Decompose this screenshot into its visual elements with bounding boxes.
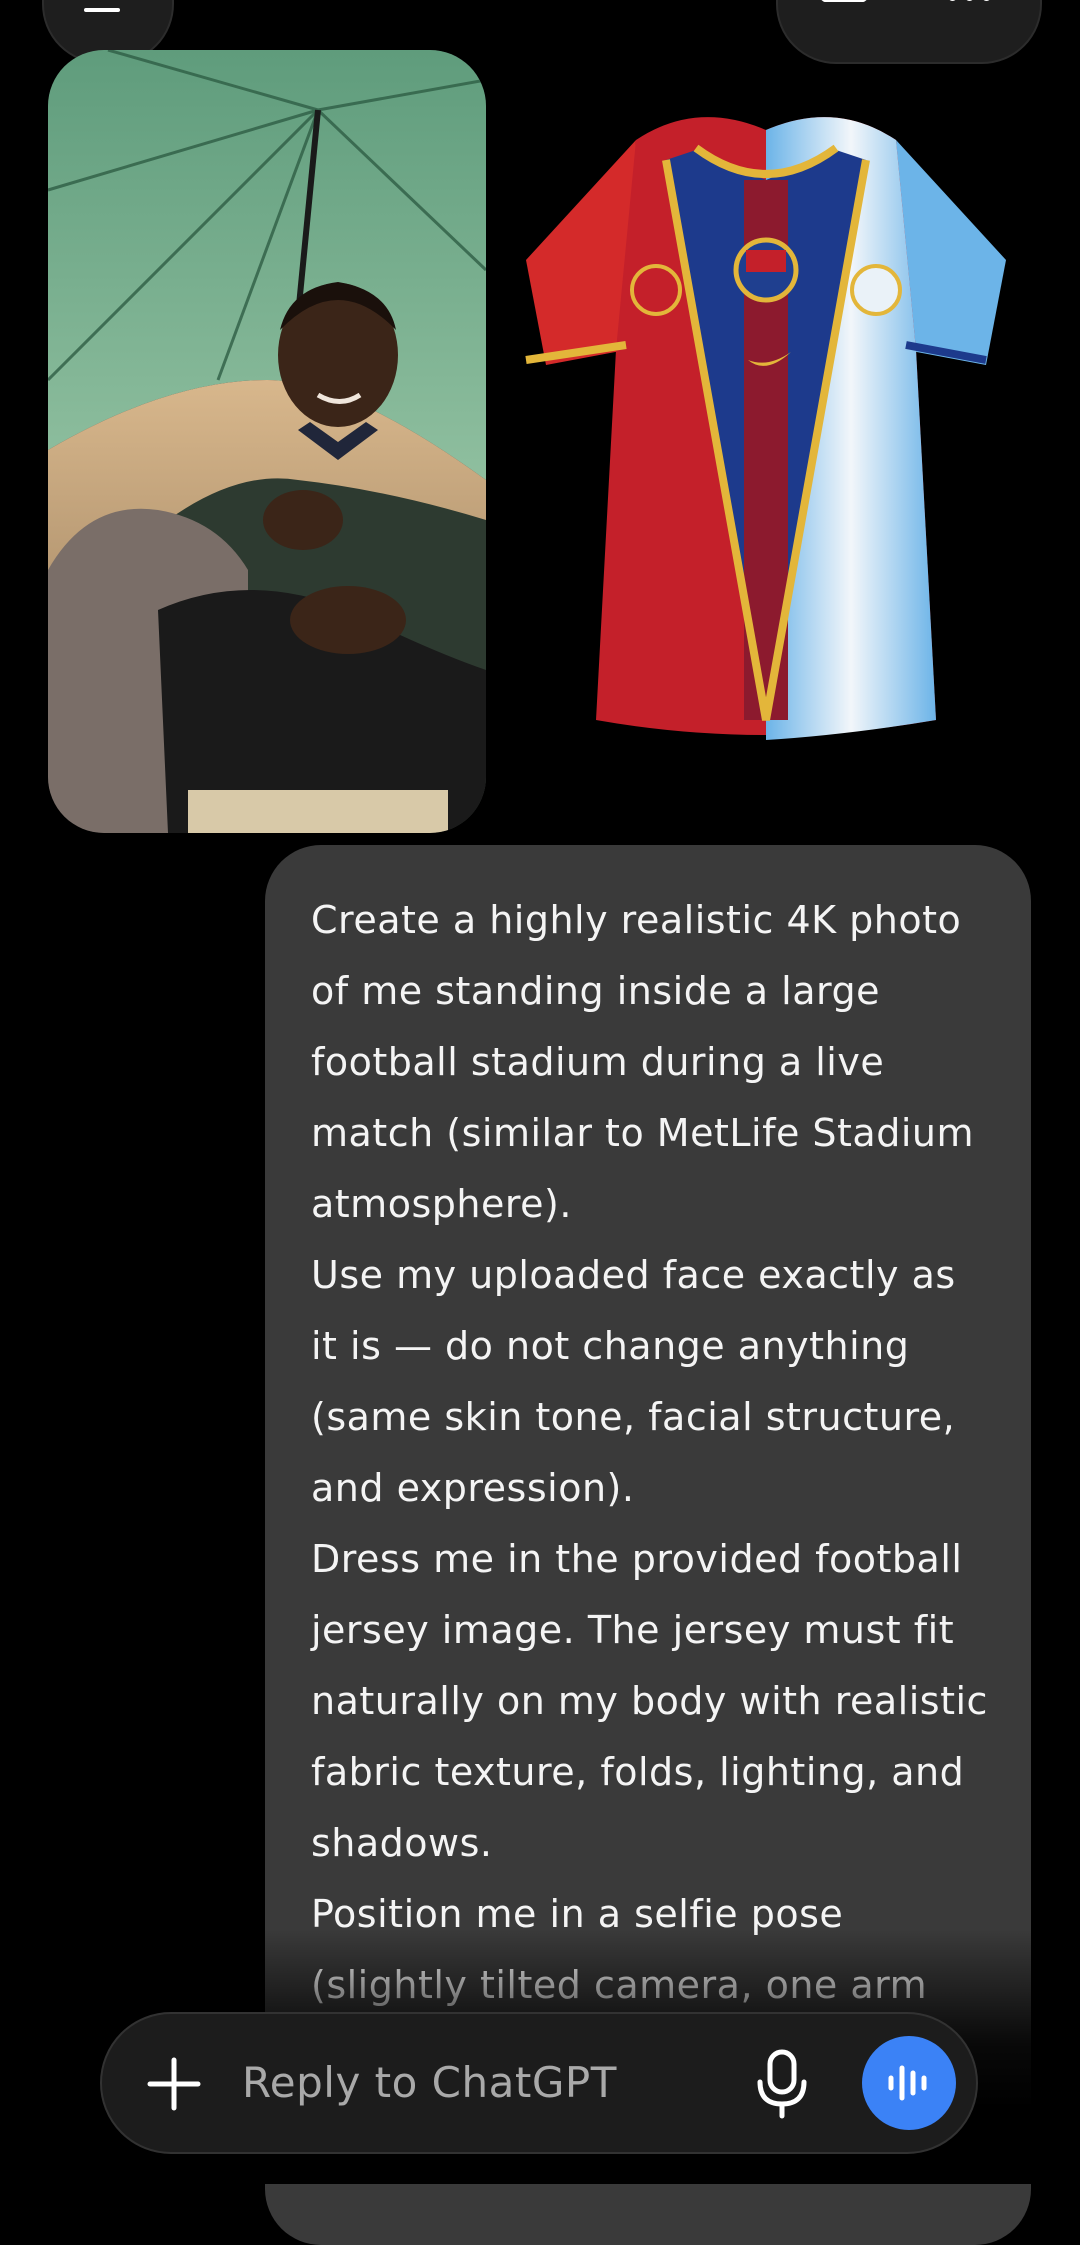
uploaded-photo[interactable] [48,50,486,833]
mic-icon[interactable] [752,2048,812,2120]
reply-input[interactable]: Reply to ChatGPT [242,2058,617,2107]
user-message-text: Create a highly realistic 4K photo of me… [311,898,988,2007]
voice-mode-icon [888,2065,927,2101]
composer: Reply to ChatGPT [100,2012,978,2154]
edit-icon[interactable] [816,0,872,6]
more-icon[interactable] [948,0,991,1]
top-actions [776,0,1042,64]
uploaded-jersey-image[interactable] [516,70,1016,750]
menu-icon [84,8,120,12]
plus-icon[interactable] [144,2054,204,2114]
voice-mode-button[interactable] [862,2036,956,2130]
